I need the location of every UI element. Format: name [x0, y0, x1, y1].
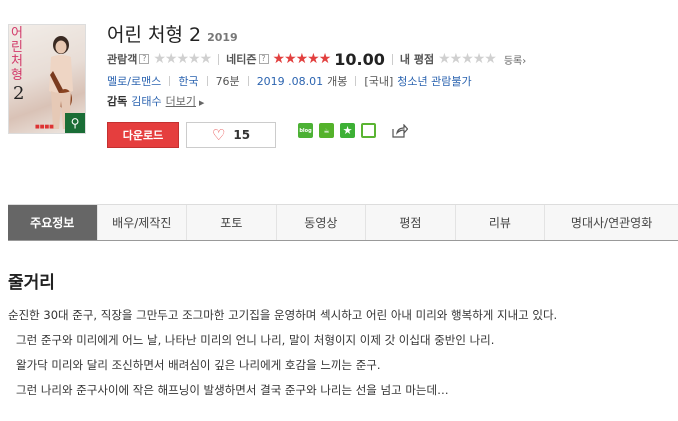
tab-review[interactable]: 리뷰 — [456, 205, 546, 240]
rating-row: 관람객 ? ★★★★★ 네티즌 ? ★★★★★ 10.00 내 평점 ★★★★★… — [107, 48, 678, 70]
poster-title: 어린처형 — [11, 26, 23, 83]
movie-title: 어린 처형 2 — [107, 24, 202, 46]
heart-icon: ♡ — [211, 126, 226, 144]
runtime: 76분 — [215, 75, 240, 88]
blog-share-icon[interactable]: blog — [298, 123, 313, 138]
release-date-link[interactable]: 2019 .08.01 — [257, 75, 323, 88]
tab-video[interactable]: 동영상 — [277, 205, 367, 240]
synopsis-line: 왈가닥 미리와 달리 조신하면서 배려심이 깊은 나리에게 호감을 느끼는 준구… — [16, 358, 381, 372]
divider — [247, 76, 249, 86]
help-icon[interactable]: ? — [139, 54, 150, 64]
cafe-share-icon[interactable]: ☕ — [319, 123, 334, 138]
caret-right-icon: ▶ — [199, 99, 205, 107]
poster-tag-icon: ■■■■ — [35, 124, 54, 130]
search-icon[interactable]: ⚲ — [65, 113, 85, 133]
netizen-rating-label: 네티즌 — [226, 53, 257, 66]
movie-poster[interactable]: 어린처형 2 ■■■■ ⚲ — [8, 24, 86, 134]
audience-rating-label: 관람객 — [107, 53, 138, 66]
tab-photo[interactable]: 포토 — [187, 205, 277, 240]
share-icons: blog ☕ ★ — [298, 123, 408, 138]
tab-main-info[interactable]: 주요정보 — [8, 205, 98, 240]
meta-row: 멜로/로맨스 한국 76분 2019 .08.01 개봉 [국내] 청소년 관람… — [107, 70, 678, 92]
my-rating-stars[interactable]: ★★★★★ — [438, 51, 497, 67]
age-rating-link[interactable]: 청소년 관람불가 — [397, 73, 471, 89]
register-rating-label: 등록 — [503, 55, 523, 67]
my-rating-label: 내 평점 — [399, 53, 435, 66]
director-label: 감독 — [107, 95, 128, 108]
divider — [206, 76, 208, 86]
title-row: 어린 처형 2 2019 — [107, 20, 678, 46]
divider — [169, 76, 171, 86]
netizen-stars: ★★★★★ — [272, 51, 332, 67]
synopsis-line: 순진한 30대 준구, 직장을 그만두고 조그마한 고기집을 운영하며 섹시하고… — [8, 308, 558, 322]
like-count: 15 — [233, 128, 251, 142]
chevron-right-icon: › — [522, 55, 527, 67]
section-tabs: 주요정보 배우/제작진 포토 동영상 평점 리뷰 명대사/연관영화 — [8, 204, 678, 241]
synopsis-line: 그런 준구와 미리에게 어느 날, 나타난 미리의 언니 나리, 말이 처형이지… — [16, 333, 495, 347]
tab-cast-crew[interactable]: 배우/제작진 — [98, 205, 188, 240]
tab-rating[interactable]: 평점 — [366, 205, 456, 240]
bookmark-star-icon[interactable]: ★ — [340, 123, 355, 138]
release-suffix: 개봉 — [327, 75, 348, 88]
audience-stars: ★★★★★ — [153, 51, 212, 67]
more-link[interactable]: 더보기 ▶ — [166, 93, 205, 109]
help-icon[interactable]: ? — [258, 54, 269, 64]
poster-number: 2 — [13, 83, 25, 104]
director-row: 감독 김태수 더보기 ▶ — [107, 92, 678, 110]
movie-year: 2019 — [207, 31, 238, 44]
memo-share-icon[interactable] — [361, 123, 376, 138]
rating-prefix: [국내] — [364, 75, 394, 88]
action-buttons: 다운로드 ♡ 15 — [107, 122, 276, 148]
synopsis-line: 그런 나리와 준구사이에 작은 해프닝이 발생하면서 결국 준구와 나리는 선을… — [16, 383, 449, 397]
register-rating-link[interactable]: 등록› — [504, 52, 526, 67]
download-button[interactable]: 다운로드 — [107, 122, 179, 148]
divider — [218, 53, 220, 65]
genre-link[interactable]: 멜로/로맨스 — [107, 73, 161, 89]
divider — [355, 76, 357, 86]
synopsis-section: 줄거리 순진한 30대 준구, 직장을 그만두고 조그마한 고기집을 운영하며 … — [8, 268, 678, 403]
movie-info: 어린 처형 2 2019 관람객 ? ★★★★★ 네티즌 ? ★★★★★ 10.… — [107, 20, 678, 110]
tab-quotes-related[interactable]: 명대사/연관영화 — [545, 205, 678, 240]
like-button[interactable]: ♡ 15 — [186, 122, 276, 148]
director-name-link[interactable]: 김태수 — [131, 93, 161, 109]
divider — [391, 53, 393, 65]
netizen-score: 10.00 — [334, 49, 385, 69]
country-link[interactable]: 한국 — [178, 73, 198, 89]
more-label: 더보기 — [165, 95, 196, 108]
share-icon[interactable] — [392, 123, 408, 138]
synopsis-title: 줄거리 — [8, 273, 55, 293]
